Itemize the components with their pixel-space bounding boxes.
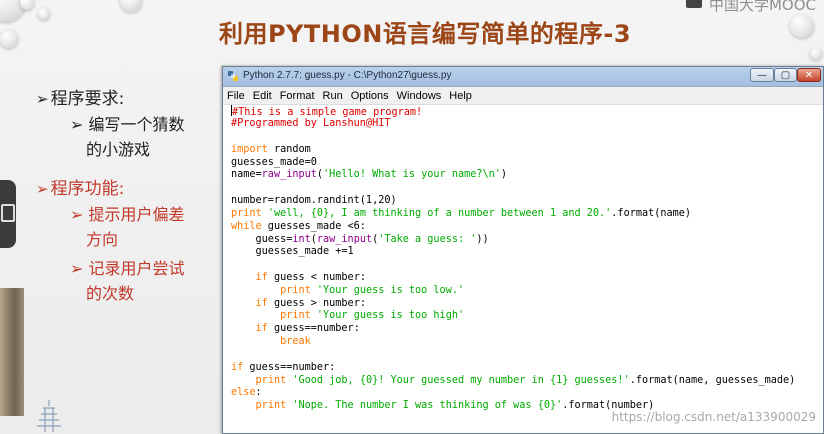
code-line[interactable]: number=random.randint(1,20) (231, 195, 397, 208)
bullet-requirements-label: 程序要求: (50, 89, 125, 109)
bullet-requirements: ➢ 程序要求: (36, 89, 125, 109)
code-line[interactable]: while guesses_made <6: (231, 221, 366, 234)
window-titlebar[interactable]: Python 2.7.7: guess.py - C:\Python27\gue… (223, 67, 823, 87)
python-icon (228, 71, 238, 81)
code-line[interactable]: #This is a simple game program! (231, 105, 422, 118)
menu-help[interactable]: Help (445, 87, 476, 103)
menu-bar: File Edit Format Run Options Windows Help (223, 87, 823, 105)
code-line[interactable]: print 'Your guess is too high' (231, 310, 464, 323)
sub-bullet-requirements: ➢ 编写一个猜数 的小游戏 (70, 115, 185, 159)
decorative-photo (0, 288, 24, 416)
decorative-bubble-3 (20, 0, 34, 10)
minimize-button[interactable]: — (750, 68, 774, 82)
decorative-bubble-2 (0, 30, 18, 48)
code-line[interactable]: break (231, 336, 311, 349)
menu-edit[interactable]: Edit (249, 87, 276, 103)
menu-run[interactable]: Run (319, 87, 347, 103)
code-line[interactable]: print 'Your guess is too low.' (231, 285, 464, 298)
sub-bullet-attempts: ➢ 记录用户尝试 的次数 (70, 259, 185, 303)
menu-options[interactable]: Options (347, 87, 393, 103)
pagoda-icon (37, 400, 61, 432)
idle-editor-window: Python 2.7.7: guess.py - C:\Python27\gue… (222, 66, 824, 434)
sub-bullet-text: 的次数 (86, 284, 135, 303)
code-line[interactable]: guess=int(raw_input('Take a guess: ')) (231, 234, 489, 247)
code-line[interactable]: if guess > number: (231, 298, 366, 311)
window-title: Python 2.7.7: guess.py - C:\Python27\gue… (243, 70, 452, 81)
bullet-functions: ➢ 程序功能: (36, 179, 125, 199)
bullet-functions-label: 程序功能: (50, 179, 125, 199)
sub-bullet-text: 记录用户尝试 (88, 259, 185, 278)
sub-bullet-text: 提示用户偏差 (88, 205, 185, 224)
watermark-top: 中国大学MOOC (708, 0, 816, 14)
decorative-bubble-5 (120, 0, 142, 12)
code-line[interactable]: name=raw_input('Hello! What is your name… (231, 169, 507, 182)
code-line[interactable]: print 'Good job, {0}! Your guessed my nu… (231, 375, 796, 388)
code-line[interactable]: print 'Nope. The number I was thinking o… (231, 400, 655, 413)
code-line[interactable]: if guess < number: (231, 272, 366, 285)
mooc-logo-icon (686, 0, 702, 8)
code-line[interactable]: #Programmed by Lanshun@HIT (231, 118, 390, 131)
slide-title: 利用PYTHON语言编写简单的程序-3 (218, 20, 632, 48)
menu-windows[interactable]: Windows (393, 87, 446, 103)
code-line[interactable]: if guess==number: (231, 362, 335, 375)
code-line[interactable]: import random (231, 144, 311, 157)
decorative-bubble-6 (790, 14, 814, 38)
maximize-button[interactable]: ▢ (774, 68, 797, 82)
sub-bullet-direction: ➢ 提示用户偏差 方向 (70, 205, 185, 249)
close-button[interactable]: ✕ (797, 68, 821, 82)
sub-bullet-text: 编写一个猜数 (88, 115, 185, 134)
watermark-bottom: https://blog.csdn.net/a133900029 (611, 410, 816, 424)
code-line[interactable]: print 'well, {0}, I am thinking of a num… (231, 208, 691, 221)
code-editor[interactable]: #This is a simple game program! #Programm… (223, 104, 823, 433)
menu-format[interactable]: Format (276, 87, 319, 103)
decorative-bubble-7 (810, 48, 822, 60)
menu-file[interactable]: File (223, 87, 249, 103)
code-line[interactable]: guesses_made=0 (231, 157, 317, 170)
share-icon[interactable] (0, 180, 16, 248)
code-line[interactable]: if guess==number: (231, 323, 360, 336)
decorative-bubble-4 (38, 8, 50, 20)
sub-bullet-text: 方向 (86, 230, 119, 249)
code-line[interactable]: else: (231, 387, 262, 400)
sub-bullet-text: 的小游戏 (86, 140, 151, 159)
code-line[interactable]: guesses_made +=1 (231, 246, 354, 259)
